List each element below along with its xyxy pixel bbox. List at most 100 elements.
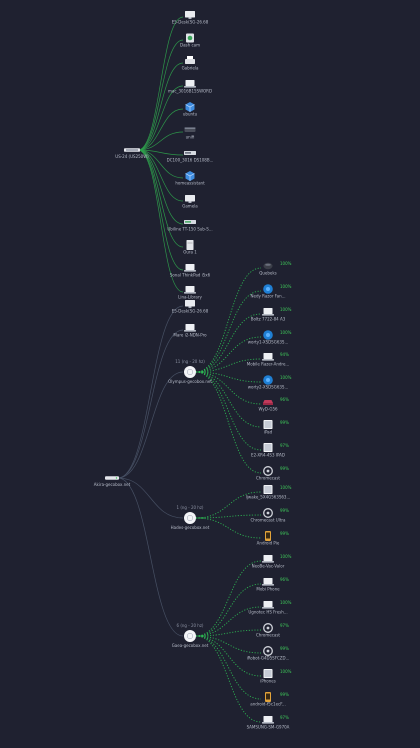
access-point-icon[interactable] [184,512,196,524]
client-label: iRobot-G4D5SFCZD... [247,656,290,661]
vm-cube-icon[interactable] [185,171,195,181]
ap-name: Gaea-gecobox.net [172,643,209,648]
signal-strength: 97% [280,443,289,448]
camera-icon[interactable] [186,33,194,43]
nas-icon[interactable] [184,151,196,155]
client-label: android-f5c1ecF... [250,702,285,707]
signal-strength: 100% [280,600,292,605]
signal-strength: 100% [280,261,292,266]
wired-link [117,371,184,479]
laptop-icon[interactable] [262,308,274,316]
wired-link [137,149,184,271]
signal-strength: 96% [280,397,289,402]
client-label: DC100_3016 DS108B... [167,158,214,163]
client-label: worty2-XSDSG63S... [248,385,289,390]
tablet-icon[interactable] [263,669,273,678]
chromecast-icon[interactable] [263,646,273,656]
phone-icon[interactable] [265,531,271,541]
gateway-name: Akira-gecobox.net [94,482,131,487]
laptop-icon[interactable] [184,80,196,88]
signal-strength: 96% [280,577,289,582]
wireless-link [195,560,262,637]
robot-icon[interactable] [263,284,273,294]
client-label: Boltz 7722-84 A3 [251,317,286,322]
wireless-link [195,635,262,723]
signal-strength: 100% [280,554,292,559]
signal-strength: 100% [280,375,292,380]
signal-strength: 99% [280,466,289,471]
client-label: E5-Desk(SG-26.68 [172,309,209,314]
network-topology-map: E5-Desk(SG-26.68 Dash cam Gabriela mac_3016… [94,11,292,730]
laptop-icon[interactable] [262,716,274,724]
wired-link [137,39,184,151]
desktop-icon[interactable] [185,11,195,19]
car-icon[interactable] [263,400,273,405]
wired-link [137,108,184,151]
access-point-icon[interactable] [184,366,196,378]
client-label: ubuntu [183,112,198,117]
access-point-icon[interactable] [184,630,196,642]
speaker-icon[interactable] [263,262,273,270]
phone-icon[interactable] [265,692,271,702]
client-label: Dash cam [180,43,200,48]
wired-link [137,62,184,151]
laptop-icon[interactable] [262,353,274,361]
desktop-icon[interactable] [185,300,195,308]
signal-strength: 99% [280,692,289,697]
signal-strength: 99% [280,531,289,536]
signal-strength: 97% [280,623,289,628]
gateway-icon[interactable] [105,476,119,480]
laptop-icon[interactable] [262,555,274,563]
client-label: Chromecast [256,633,280,638]
laptop-icon[interactable] [262,601,274,609]
client-label: Mare i2-NDN-Pro [173,333,207,338]
printer-icon[interactable] [185,56,195,64]
signal-strength: 94% [280,352,289,357]
laptop-icon[interactable] [184,286,196,294]
signal-strength: 100% [280,669,292,674]
client-label: Nedy Razor Fan... [251,294,286,299]
client-label: Ugnotec HS Fresh... [248,610,287,615]
wired-link [117,329,184,479]
chromecast-icon[interactable] [263,508,273,518]
robot-icon[interactable] [263,330,273,340]
client-label: Lina-Library [178,295,202,300]
laptop-icon[interactable] [184,264,196,272]
client-label: ljwake_5X4G563S63... [246,495,291,500]
ap-channel: 6 (ng - 20 hz) [177,623,204,628]
client-label: WyD-G56 [258,407,278,412]
client-label: homeassistant [175,181,205,186]
switch-icon[interactable] [124,148,140,152]
tablet-icon[interactable] [263,485,273,494]
signal-strength: 100% [280,284,292,289]
signal-strength: 100% [280,485,292,490]
laptop-icon[interactable] [184,324,196,332]
robot-icon[interactable] [263,375,273,385]
tablet-icon[interactable] [263,420,273,429]
chromecast-icon[interactable] [263,466,273,476]
client-label: NeoBe-Vac-Valor [252,564,285,569]
signal-strength: 99% [280,420,289,425]
client-label: Sonal ThinkPad i5x6 [170,273,211,278]
monitor-icon[interactable] [185,195,195,203]
client-label: Mobile Razer-Andre... [247,362,289,367]
server-icon[interactable] [186,240,194,250]
laptop-icon[interactable] [262,578,274,586]
client-label: iPhones [260,679,276,684]
chromecast-icon[interactable] [263,623,273,633]
switch-name: US-24 (US250W) [115,154,149,159]
router-icon[interactable] [184,127,196,133]
client-label: Mobi Phone [256,587,280,592]
tablet-icon[interactable] [263,443,273,452]
client-label: worty1-XSDSG63S... [248,340,289,345]
switch-icon[interactable] [184,220,196,224]
client-label: Ubiline TT-150 Sub-S... [167,227,212,232]
client-label: Oura 1 [183,250,197,255]
ap-channel: 1 (ng - 20 hz) [177,505,204,510]
wireless-link [195,629,262,637]
client-label: E5-Desk(SG-26.68 [172,20,209,25]
client-label: mac_3016B15SWORD [168,89,212,94]
ap-name: Olympus-gecobox.net [168,379,212,384]
vm-cube-icon[interactable] [185,102,195,112]
client-label: SAMSUNG-SM-G970A [247,725,290,730]
